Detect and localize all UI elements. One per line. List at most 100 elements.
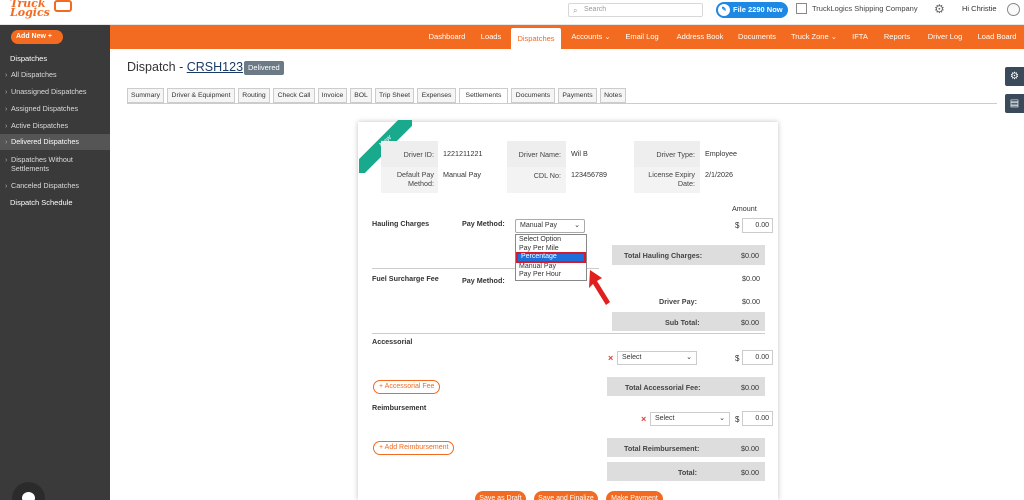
add-accessorial-fee-button[interactable]: + Accessorial Fee — [373, 380, 441, 394]
sidebar-item-schedule[interactable]: Dispatch Schedule — [10, 198, 73, 207]
reimbursement-select[interactable]: Select ⌄ — [650, 412, 730, 426]
cdl-value: 123456789 — [571, 170, 607, 179]
tab-bol[interactable]: BOL — [350, 88, 372, 103]
total-reimbursement-row: Total Reimbursement: $0.00 — [607, 438, 765, 457]
nav-ifta[interactable]: IFTA — [849, 25, 871, 49]
dropdown-option[interactable]: Pay Per Hour — [516, 270, 586, 279]
driver-name-label: Driver Name: — [518, 150, 561, 159]
accessorial-select[interactable]: Select ⌄ — [617, 351, 697, 365]
nav-dashboard[interactable]: Dashboard — [423, 25, 471, 49]
remove-x-icon[interactable]: × — [608, 353, 613, 363]
sidebar-item-canceled[interactable]: › Canceled Dispatches — [0, 181, 110, 190]
chevron-right-icon: › — [5, 87, 8, 96]
chevron-right-icon: › — [5, 104, 8, 113]
amount-header: Amount — [732, 204, 757, 213]
pay-method-select[interactable]: Manual Pay ⌄ — [515, 219, 585, 233]
main-nav: Dashboard Loads Dispatches Accounts ⌄ Em… — [110, 25, 1024, 49]
tab-trip-sheet[interactable]: Trip Sheet — [375, 88, 414, 103]
currency-symbol: $ — [735, 221, 740, 230]
red-pointer-arrow-icon — [589, 270, 610, 305]
tab-documents[interactable]: Documents — [511, 88, 555, 103]
tab-summary[interactable]: Summary — [127, 88, 164, 103]
fuel-pay-method-label: Pay Method: — [462, 276, 505, 285]
hauling-amount-input[interactable]: 0.00 — [742, 218, 773, 233]
settings-gear-icon[interactable]: ⚙ — [934, 2, 945, 16]
sidebar-item-delivered[interactable]: › Delivered Dispatches — [0, 134, 110, 150]
truck-icon — [54, 0, 72, 12]
chat-button[interactable] — [12, 482, 45, 500]
driver-type-value: Employee — [705, 149, 737, 158]
truck-logics-logo[interactable]: Truck Logics — [10, 0, 72, 20]
tab-payments[interactable]: Payments — [558, 88, 597, 103]
page-title: Dispatch - CRSH123 — [127, 60, 244, 74]
sidebar-section-title: Dispatches — [10, 54, 48, 63]
save-draft-button[interactable]: Save as Draft — [475, 491, 526, 500]
driver-id-label: Driver ID: — [403, 150, 434, 159]
chat-bubble-icon — [22, 492, 35, 500]
sidebar-item-active[interactable]: › Active Dispatches — [0, 121, 110, 130]
tab-notes[interactable]: Notes — [600, 88, 626, 103]
add-new-button[interactable]: Add New + — [11, 30, 63, 44]
chevron-right-icon: › — [5, 70, 8, 79]
make-payment-button[interactable]: Make Payment — [606, 491, 663, 500]
driver-pay-label: Driver Pay: — [659, 297, 697, 306]
tab-settlements[interactable]: Settlements — [459, 88, 508, 104]
logo-text-logics: Logics — [10, 6, 50, 19]
tab-invoice[interactable]: Invoice — [318, 88, 347, 103]
avatar[interactable] — [1007, 3, 1020, 16]
status-badge: Delivered — [244, 61, 284, 75]
driver-type-label: Driver Type: — [656, 150, 695, 159]
sidebar-item-unassigned[interactable]: › Unassigned Dispatches — [0, 87, 110, 96]
search-icon: ⌕ — [573, 6, 578, 15]
license-expiry-label: License Expiry Date: — [648, 170, 695, 188]
nav-accounts[interactable]: Accounts ⌄ — [567, 25, 615, 49]
clipboard-icon[interactable]: ▤ — [1005, 94, 1024, 113]
hauling-charges-label: Hauling Charges — [372, 219, 430, 228]
tab-check-call[interactable]: Check Call — [273, 88, 315, 103]
add-reimbursement-button[interactable]: + Add Reimbursement — [373, 441, 455, 455]
reimbursement-label: Reimbursement — [372, 403, 427, 412]
tab-driver-equipment[interactable]: Driver & Equipment — [167, 88, 235, 103]
building-icon — [796, 3, 807, 14]
tab-routing[interactable]: Routing — [238, 88, 270, 103]
total-accessorial-row: Total Accessorial Fee: $0.00 — [607, 377, 765, 396]
driver-name-value: Wil B — [571, 149, 588, 158]
file-2290-button[interactable]: ✎ File 2290 Now — [716, 2, 788, 18]
total-row: Total: $0.00 — [607, 462, 765, 481]
accessorial-amount-input[interactable]: 0.00 — [742, 350, 773, 365]
chevron-down-icon: ⌄ — [686, 354, 692, 361]
nav-loads[interactable]: Loads — [477, 25, 505, 49]
nav-email-log[interactable]: Email Log — [622, 25, 662, 49]
form-icon: ✎ — [718, 4, 730, 16]
nav-address-book[interactable]: Address Book — [673, 25, 727, 49]
subtotal-row: Sub Total: $0.00 — [612, 312, 765, 331]
chevron-right-icon: › — [5, 121, 8, 130]
nav-reports[interactable]: Reports — [879, 25, 915, 49]
top-bar: Truck Logics ⌕ Search ✎ File 2290 Now Tr… — [0, 0, 1024, 25]
chevron-right-icon: › — [5, 137, 8, 146]
reimbursement-amount-input[interactable]: 0.00 — [742, 411, 773, 426]
nav-load-board[interactable]: Load Board — [974, 25, 1020, 49]
dispatch-id-link[interactable]: CRSH123 — [187, 60, 243, 74]
nav-dispatches[interactable]: Dispatches — [511, 28, 561, 49]
pay-method-value: Manual Pay — [443, 170, 481, 179]
user-greeting[interactable]: Hi Christie — [962, 4, 997, 13]
license-expiry-value: 2/1/2026 — [705, 170, 733, 179]
settings-icon[interactable]: ⚙ — [1005, 67, 1024, 86]
nav-driver-log[interactable]: Driver Log — [924, 25, 966, 49]
sidebar-item-all[interactable]: › All Dispatches — [0, 70, 110, 79]
search-input[interactable]: ⌕ Search — [568, 3, 703, 17]
remove-x-icon[interactable]: × — [641, 414, 646, 424]
save-finalize-button[interactable]: Save and Finalize — [534, 491, 598, 500]
nav-truck-zone[interactable]: Truck Zone ⌄ — [789, 25, 839, 49]
sidebar-item-assigned[interactable]: › Assigned Dispatches — [0, 104, 110, 113]
pay-method-dropdown-list: Select Option Pay Per Mile Percentage Ma… — [515, 234, 587, 281]
sidebar-item-without-settlements[interactable]: › Dispatches Without Settlements — [0, 155, 110, 173]
cdl-label: CDL No: — [533, 171, 561, 180]
driver-id-value: 1221211221 — [443, 149, 483, 158]
company-selector[interactable]: TruckLogics Shipping Company — [796, 3, 918, 14]
tab-divider — [127, 103, 997, 104]
tab-expenses[interactable]: Expenses — [417, 88, 456, 103]
nav-documents[interactable]: Documents — [734, 25, 780, 49]
dropdown-option[interactable]: Select Option — [516, 235, 586, 244]
